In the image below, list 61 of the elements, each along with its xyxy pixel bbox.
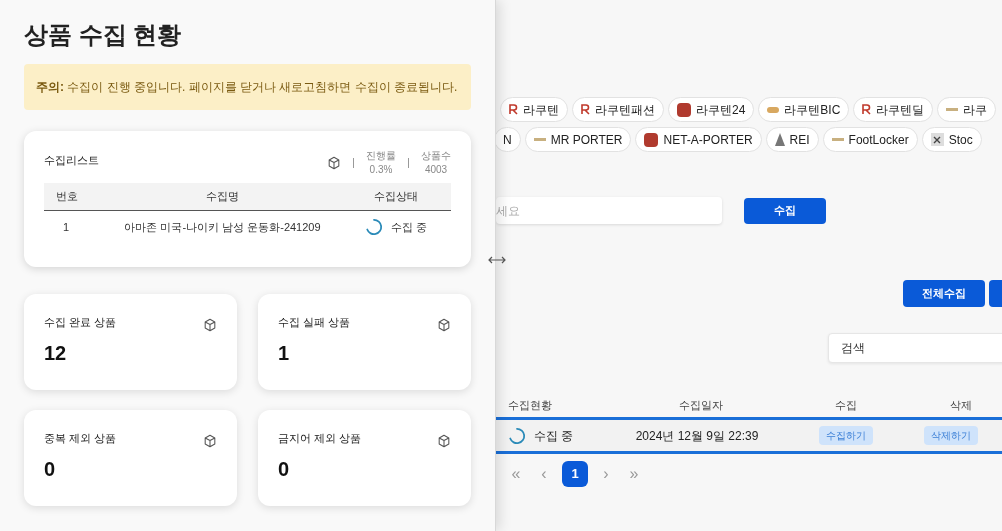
store-chip[interactable]: N bbox=[496, 127, 521, 152]
progress-label: 진행률 bbox=[366, 149, 396, 163]
store-chip[interactable]: Stoc bbox=[921, 127, 982, 152]
warning-notice: 주의: 수집이 진행 중입니다. 페이지를 닫거나 새로고침하면 수집이 종료됩니다. bbox=[24, 64, 471, 110]
table-cell-text: 2024년 12월 9일 22:39 bbox=[634, 427, 760, 445]
cube-icon bbox=[437, 434, 451, 448]
box-logo-icon bbox=[677, 102, 691, 117]
cube-icon bbox=[203, 434, 217, 448]
stat-label: 수집 완료 상품 bbox=[44, 315, 117, 330]
url-input-field[interactable]: 세요 bbox=[496, 197, 722, 224]
peak-icon bbox=[774, 133, 785, 146]
r-letter-icon bbox=[862, 104, 872, 115]
dash-logo-icon bbox=[946, 108, 959, 111]
stat-label: 수집 실패 상품 bbox=[278, 315, 351, 330]
store-chip[interactable]: NET-A-PORTER bbox=[635, 127, 762, 152]
cube-icon bbox=[327, 156, 341, 170]
table-cell-text: 1 bbox=[62, 219, 71, 235]
close-icon bbox=[930, 133, 944, 146]
status-text: 수집 중 bbox=[390, 219, 428, 235]
column-header: 삭제 bbox=[949, 397, 973, 413]
stat-value: 0 bbox=[278, 457, 291, 482]
store-chip[interactable]: 라쿠텐 bbox=[500, 97, 568, 122]
stat-label: 금지어 제외 상품 bbox=[278, 431, 362, 446]
store-chip[interactable]: REI bbox=[765, 127, 819, 152]
stat-value: 0 bbox=[44, 457, 57, 482]
store-chip[interactable]: 라쿠 bbox=[937, 97, 997, 122]
stat-value: 12 bbox=[44, 341, 68, 366]
box-logo-icon bbox=[644, 132, 659, 147]
page-title: 상품 수집 현황 bbox=[24, 20, 183, 50]
store-chip[interactable]: 라쿠텐패션 bbox=[572, 97, 664, 122]
table-cell-text: 아마존 미국-나이키 남성 운동화-241209 bbox=[123, 219, 322, 235]
page-button[interactable]: 1 bbox=[562, 461, 588, 487]
cube-icon bbox=[203, 318, 217, 332]
stat-value: 1 bbox=[278, 341, 291, 366]
stat-label: 중복 제외 상품 bbox=[44, 431, 117, 446]
collect-all-button[interactable]: 전체수집 bbox=[903, 280, 985, 307]
store-chip[interactable]: FootLocker bbox=[822, 127, 918, 152]
r-letter-icon bbox=[509, 104, 518, 115]
progress-value: 0.3% bbox=[369, 163, 393, 177]
column-header: 수집 bbox=[834, 397, 858, 413]
r-letter-icon bbox=[581, 104, 590, 115]
store-chip[interactable]: MR PORTER bbox=[524, 127, 632, 152]
store-chip[interactable]: 라쿠텐24 bbox=[668, 97, 755, 122]
resize-icon[interactable] bbox=[488, 254, 506, 266]
column-header: 수집현황 bbox=[507, 397, 553, 413]
store-chip[interactable]: 라쿠텐BIC bbox=[758, 97, 850, 122]
column-header: 수집상태 bbox=[373, 189, 419, 205]
search-field[interactable]: 검색 bbox=[828, 333, 1002, 363]
column-header: 번호 bbox=[55, 189, 79, 205]
count-value: 4003 bbox=[424, 163, 448, 177]
cube-icon bbox=[437, 318, 451, 332]
dash-logo-icon bbox=[533, 138, 546, 141]
collect-button[interactable]: 수집 bbox=[744, 197, 826, 224]
store-chip[interactable]: 라쿠텐딜 bbox=[853, 97, 934, 122]
column-header: 수집일자 bbox=[678, 397, 724, 413]
dash-logo-icon bbox=[831, 138, 844, 141]
count-label: 상품수 bbox=[421, 149, 451, 163]
column-header: 수집명 bbox=[205, 189, 240, 205]
logo-icon bbox=[767, 106, 780, 113]
card-title: 수집리스트 bbox=[44, 153, 99, 168]
status-text: 수집 중 bbox=[534, 427, 574, 445]
